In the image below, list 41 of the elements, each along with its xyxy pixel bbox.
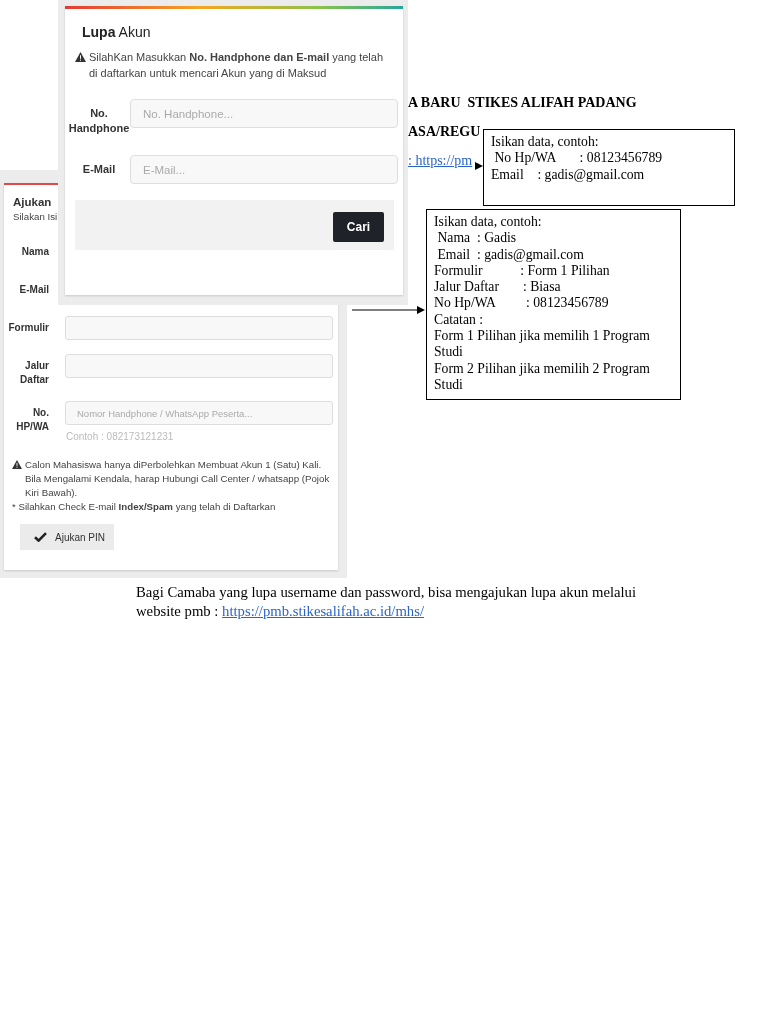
input-field[interactable]: Nomor Handphone / WhatsApp Peserta... xyxy=(65,401,333,425)
warning-text: Calon Mahasiswa hanya diPerbolehkan Membuat Akun 1 (Satu) Kali. Bila Mengalami Kendala, harap Hubungi Call Center / whatsapp (Pojok Kiri Bawah). xyxy=(25,458,331,500)
panel-title: Lupa Akun xyxy=(82,23,151,41)
field-label: E-Mail xyxy=(18,283,49,297)
input-field[interactable] xyxy=(65,316,333,340)
panel-title: Ajukan xyxy=(13,195,52,210)
field-label: Jalur Daftar xyxy=(19,359,49,387)
callout-line: Jalur Daftar : Biasa xyxy=(434,279,562,296)
url-link[interactable]: https://pmb.stikesalifah.ac.id/mhs/ xyxy=(222,603,424,619)
callout-line: Catatan : xyxy=(434,311,485,329)
warning-text: SilahKan Masukkan No. Handphone dan E-mail yang telah di daftarkan untuk mencari Akun yang di Maksud xyxy=(89,50,385,81)
warning-icon xyxy=(12,460,22,469)
callout-title: Isikan data, contoh: xyxy=(491,134,600,151)
callout-line: Form 2 Pilihan jika memilih 2 Program Studi xyxy=(434,360,651,394)
search-button[interactable]: Cari xyxy=(333,212,384,242)
callout-line: Nama : Gadis xyxy=(436,230,518,247)
field-label: E-Mail xyxy=(81,162,117,177)
instruction-paragraph: Bagi Camaba yang lupa username dan password, bisa mengajukan lupa akun melalui website pmb : https://pmb.stikesalifah.ac.id/mhs/ xyxy=(136,583,638,621)
input-field[interactable] xyxy=(65,354,333,378)
warning-icon xyxy=(75,52,86,62)
check-icon xyxy=(34,532,47,542)
heading-text: A BARU STIKES ALIFAH PADANG xyxy=(408,94,637,111)
note-text: * Silahkan Check E-mail Index/Spam yang telah di Daftarkan xyxy=(12,500,276,514)
field-label: No. HP/WA xyxy=(15,406,49,434)
input-field[interactable]: E-Mail... xyxy=(130,155,398,184)
callout-line: Form 1 Pilihan jika memilih 1 Program Studi xyxy=(434,328,651,361)
submit-pin-button[interactable]: Ajukan PIN xyxy=(20,524,114,550)
url-link[interactable]: : https://pm xyxy=(408,152,473,169)
callout-line: Formulir : Form 1 Pilihan xyxy=(434,262,611,280)
hint-text: Contoh : 082173121231 xyxy=(66,430,174,444)
field-label: Nama xyxy=(20,245,49,259)
heading-text: ASA/REGU xyxy=(408,123,481,140)
callout-line: Email : gadis@gmail.com xyxy=(436,246,585,263)
input-field[interactable]: No. Handphone... xyxy=(130,99,398,128)
field-label: Formulir xyxy=(7,321,49,335)
field-label: No. Handphone xyxy=(68,106,130,136)
callout-line: No Hp/WA : 08123456789 xyxy=(493,150,664,167)
panel-subtitle: Silakan Isi xyxy=(13,210,58,224)
callout-line: Email : gadis@gmail.com xyxy=(491,166,646,183)
callout-line: No Hp/WA : 08123456789 xyxy=(434,295,610,312)
callout-title: Isikan data, contoh: xyxy=(434,214,543,231)
